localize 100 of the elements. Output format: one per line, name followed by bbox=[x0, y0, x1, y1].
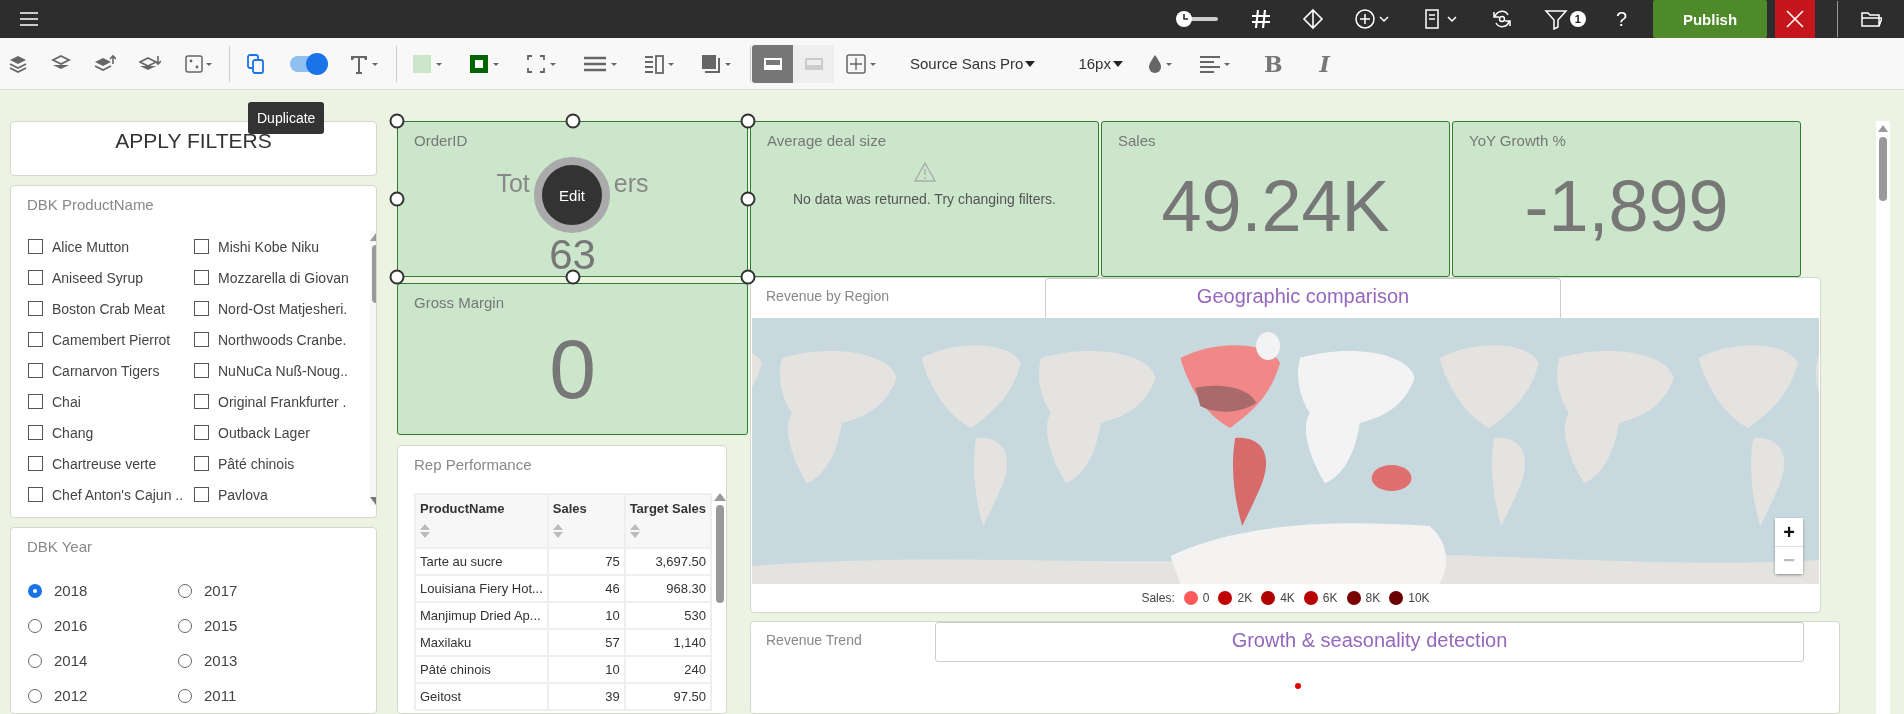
card-title: Rep Performance bbox=[413, 455, 533, 473]
checkbox-item[interactable]: Chartreuse verte bbox=[28, 448, 194, 480]
close-button[interactable] bbox=[1775, 0, 1815, 38]
table-cell: 46 bbox=[547, 575, 625, 602]
checkbox-item[interactable]: Carnarvon Tigers bbox=[28, 355, 194, 387]
legend-label: 8K bbox=[1365, 591, 1381, 605]
card-title: Revenue Trend bbox=[765, 631, 862, 650]
legend-label: 10K bbox=[1408, 591, 1430, 605]
table-cell: 10 bbox=[547, 602, 625, 629]
font-size-dropdown[interactable]: 16px bbox=[1078, 55, 1123, 72]
layout-icon bbox=[762, 55, 783, 72]
filter-count-badge: 1 bbox=[1569, 11, 1586, 27]
radio-option[interactable]: 2016 bbox=[28, 608, 178, 643]
radio-option[interactable]: 2012 bbox=[28, 678, 178, 713]
table-cell: Pâté chinois bbox=[415, 656, 548, 683]
checkbox-item[interactable]: Chef Anton's Cajun .. bbox=[28, 479, 194, 511]
legend-label: 6K bbox=[1322, 591, 1338, 605]
checkbox-item[interactable]: Aniseed Syrup bbox=[28, 262, 194, 294]
annotation-box: Growth & seasonality detection bbox=[935, 622, 1804, 662]
column-header[interactable]: ProductName bbox=[415, 494, 548, 548]
radio-option[interactable]: 2013 bbox=[178, 643, 328, 678]
table-cell: 530 bbox=[624, 602, 711, 629]
checkbox-item[interactable]: Camembert Pierrot bbox=[28, 324, 194, 356]
resize-handle[interactable] bbox=[740, 113, 756, 129]
checkbox-item[interactable]: Pavlova bbox=[194, 479, 370, 511]
card-title: DBK ProductName bbox=[26, 195, 155, 214]
table-cell: 10 bbox=[547, 656, 625, 683]
slider-icon[interactable] bbox=[1173, 9, 1220, 29]
bold-button[interactable]: B bbox=[1263, 50, 1283, 77]
italic-button[interactable]: I bbox=[1319, 50, 1330, 77]
checkbox-item[interactable]: Nord-Ost Matjesheri. bbox=[194, 293, 370, 325]
card-title: OrderID bbox=[413, 131, 468, 149]
checkbox-item[interactable]: Chang bbox=[28, 417, 194, 449]
scrollbar[interactable] bbox=[1876, 121, 1890, 714]
column-title: Sales bbox=[552, 501, 588, 516]
checkbox-item[interactable]: Outback Lager bbox=[194, 417, 370, 449]
card-title: DBK Year bbox=[26, 537, 94, 555]
column-header[interactable]: Sales bbox=[547, 494, 625, 548]
legend-label: 0 bbox=[1202, 591, 1210, 605]
checkbox-item[interactable]: Pâté chinois bbox=[194, 448, 370, 480]
checkbox-item[interactable]: Alice Mutton bbox=[28, 231, 194, 263]
checkbox-item[interactable]: Chai bbox=[28, 386, 194, 418]
column-title: Target Sales bbox=[629, 501, 706, 516]
legend-label: 2K bbox=[1237, 591, 1253, 605]
layers-icon[interactable] bbox=[8, 53, 28, 74]
diamond-icon[interactable] bbox=[1301, 8, 1324, 30]
scroll-up-icon[interactable] bbox=[714, 493, 726, 501]
hash-icon[interactable] bbox=[1249, 8, 1272, 30]
view-mode-button[interactable] bbox=[752, 44, 793, 83]
kpi-value: 49.24K bbox=[1161, 165, 1390, 247]
table-cell: 97.50 bbox=[624, 683, 711, 710]
kpi-value: -1,899 bbox=[1524, 165, 1729, 247]
radio-option[interactable]: 2018 bbox=[28, 573, 178, 608]
toggle-switch[interactable] bbox=[290, 55, 326, 72]
checkbox-item[interactable]: Boston Crab Meat bbox=[28, 293, 194, 325]
table-cell: 968.30 bbox=[624, 575, 711, 602]
annotation-box: Geographic comparison bbox=[1045, 278, 1561, 320]
column-header[interactable]: Target Sales bbox=[624, 494, 711, 548]
duplicate-icon[interactable] bbox=[245, 52, 267, 75]
filter-icon[interactable] bbox=[1543, 8, 1568, 30]
checkbox-item[interactable]: NuNuCa Nuß-Noug.. bbox=[194, 355, 370, 387]
scrollbar-thumb[interactable] bbox=[1879, 137, 1887, 201]
table-cell: 1,140 bbox=[624, 629, 711, 656]
radio-option[interactable]: 2015 bbox=[178, 608, 328, 643]
column-title: ProductName bbox=[420, 501, 506, 516]
card-title: YoY Growth % bbox=[1468, 131, 1566, 149]
card-subtitle: ers bbox=[613, 169, 649, 198]
resize-handle[interactable] bbox=[389, 191, 405, 207]
scroll-up-icon[interactable] bbox=[1878, 125, 1888, 132]
table-cell: 57 bbox=[547, 629, 625, 656]
kpi-card[interactable]: Average deal size No data was returned. Try changing filters. bbox=[750, 121, 1099, 277]
checkbox-item[interactable]: Mozzarella di Giovan bbox=[194, 262, 370, 294]
bring-forward-icon[interactable] bbox=[94, 53, 116, 74]
folder-icon[interactable] bbox=[1860, 10, 1882, 28]
card-title: Revenue by Region bbox=[765, 287, 889, 306]
resize-handle[interactable] bbox=[389, 269, 405, 285]
card-subtitle: Tot bbox=[496, 169, 530, 198]
dice-icon[interactable] bbox=[184, 53, 214, 74]
radio-option[interactable]: 2014 bbox=[28, 643, 178, 678]
font-dropdown[interactable]: Source Sans Pro bbox=[910, 55, 1036, 72]
close-icon bbox=[1785, 9, 1805, 29]
add-icon[interactable] bbox=[1353, 8, 1392, 30]
radio-option[interactable]: 2011 bbox=[178, 678, 328, 713]
menu-icon[interactable] bbox=[19, 11, 39, 27]
publish-button[interactable]: Publish bbox=[1653, 0, 1767, 38]
radio-option[interactable]: 2017 bbox=[178, 573, 328, 608]
checkbox-item[interactable]: Northwoods Cranbe. bbox=[194, 324, 370, 356]
card-title: Sales bbox=[1117, 131, 1156, 149]
resize-handle[interactable] bbox=[389, 113, 405, 129]
resize-handle[interactable] bbox=[565, 113, 580, 129]
checkbox-item[interactable]: Mishi Kobe Niku bbox=[194, 231, 370, 263]
table-cell: Maxilaku bbox=[415, 629, 548, 656]
table-cell: Manjimup Dried Ap... bbox=[415, 602, 548, 629]
table-cell: 75 bbox=[547, 548, 625, 575]
kpi-value: 63 bbox=[549, 234, 596, 276]
table-cell: 240 bbox=[624, 656, 711, 683]
checkbox-item[interactable]: Original Frankfurter . bbox=[194, 386, 370, 418]
zoom-in-button[interactable]: + bbox=[1775, 518, 1803, 546]
kpi-card[interactable]: YoY Growth % -1,899 bbox=[1452, 121, 1801, 277]
help-button[interactable]: ? bbox=[1615, 7, 1627, 31]
